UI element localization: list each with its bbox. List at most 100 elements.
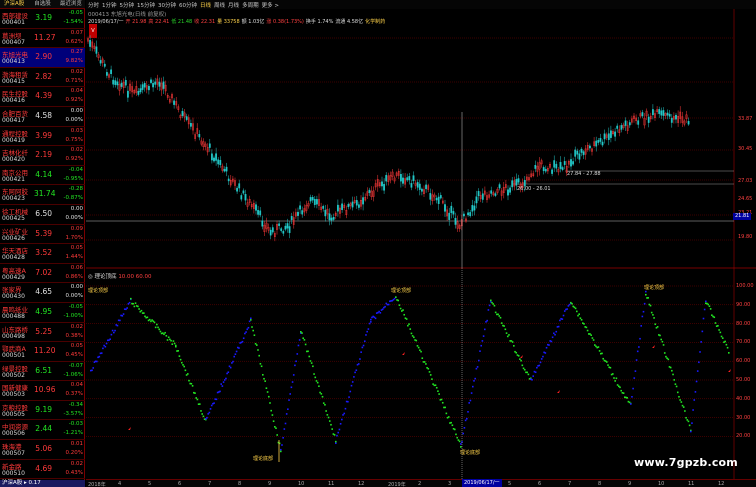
indicator-dot — [194, 392, 196, 394]
date-tick: 12 — [718, 481, 725, 487]
candle-body — [412, 175, 415, 182]
candle-body — [481, 193, 484, 200]
indicator-dot — [542, 355, 544, 358]
candle-body — [553, 160, 556, 168]
indicator-dot — [638, 346, 640, 348]
indicator-dot — [148, 318, 151, 321]
candle-body — [490, 190, 493, 194]
indicator-dot — [245, 331, 247, 333]
indicator-dot — [280, 450, 282, 453]
indicator-dot — [219, 390, 221, 393]
indicator-dot — [272, 420, 275, 423]
indicator-dot — [360, 351, 362, 353]
indicator-dot — [527, 373, 530, 376]
indicator-dot — [289, 393, 292, 395]
candle-body — [147, 85, 150, 91]
indicator-dot — [271, 414, 274, 416]
indicator-dot — [405, 318, 408, 320]
date-tick: 2018年 — [88, 482, 106, 487]
indicator-dot — [92, 367, 95, 369]
indicator-dot — [635, 359, 638, 361]
indicator-dot — [233, 355, 236, 358]
indicator-dot — [398, 304, 401, 306]
indicator-dot — [184, 369, 187, 372]
indicator-dot — [444, 406, 446, 409]
indicator-dot — [728, 352, 730, 354]
candle-body — [454, 217, 457, 225]
indicator-dot — [276, 434, 278, 436]
indicator-dot — [157, 326, 159, 329]
indicator-dot — [298, 339, 301, 341]
indicator-dot — [685, 416, 687, 419]
indicator-dot — [201, 413, 203, 415]
indicator-dot — [673, 379, 676, 381]
indicator-dot — [681, 404, 684, 407]
indicator-dot — [234, 353, 237, 355]
indicator-dot — [247, 326, 250, 329]
indicator-dot — [333, 434, 336, 436]
candle-body — [124, 80, 127, 86]
indicator-dot — [158, 328, 161, 331]
indicator-dot — [347, 400, 349, 403]
top-tag-1: 理论顶部 — [391, 288, 412, 294]
indicator-dot — [246, 328, 249, 331]
candle-body — [324, 209, 327, 217]
indicator-dot — [328, 420, 331, 422]
indicator-dot — [251, 326, 253, 328]
indicator-dot — [700, 341, 702, 343]
indicator-dot — [96, 360, 98, 363]
indicator-dot — [190, 382, 193, 385]
indicator-dot — [387, 303, 390, 306]
indicator-dot — [338, 428, 341, 431]
indicator-dot — [692, 409, 694, 411]
indicator-dot — [269, 402, 271, 404]
indicator-dot — [645, 293, 647, 296]
indicator-dot — [515, 351, 518, 354]
indicator-dot — [451, 424, 454, 427]
candle-body — [637, 120, 640, 125]
candle-body — [641, 112, 644, 117]
indicator-dot — [659, 334, 661, 337]
indicator-dot — [341, 418, 343, 421]
indicator-dot — [133, 305, 136, 308]
indicator-name[interactable]: ◎ 理论顶底 — [88, 274, 117, 280]
candle-body — [120, 82, 123, 87]
indicator-dot — [536, 366, 538, 369]
indicator-dot — [179, 358, 182, 361]
indicator-dot — [476, 366, 479, 368]
candle-body — [498, 184, 501, 189]
indicator-dot — [456, 436, 458, 439]
indicator-dot — [590, 334, 592, 337]
indicator-dot — [607, 364, 609, 366]
indicator-dot — [227, 371, 230, 374]
indicator-dot — [453, 428, 456, 431]
candle-body — [215, 153, 217, 161]
indicator-dot — [634, 370, 637, 372]
indicator-dot — [294, 364, 296, 367]
indicator-dot — [455, 433, 457, 436]
indicator-dot — [460, 446, 462, 448]
date-tick: 5 — [148, 481, 152, 487]
candle-body — [561, 167, 564, 170]
indicator-dot — [282, 437, 284, 439]
indicator-dot — [662, 344, 665, 346]
candle-body — [271, 227, 274, 233]
indicator-dot — [146, 316, 149, 319]
indicator-dot — [102, 347, 104, 350]
candle-body — [475, 196, 478, 204]
indicator-dot — [705, 300, 707, 303]
price-tick: 27.03 — [738, 178, 753, 184]
indicator-dot — [327, 416, 330, 419]
chart-canvas[interactable] — [0, 0, 756, 487]
date-tick: 2019年 — [388, 482, 406, 487]
indicator-dot — [302, 337, 305, 340]
indicator-dot — [320, 393, 323, 395]
indicator-dot — [576, 310, 578, 313]
indicator-dot — [324, 403, 326, 406]
indicator-dot — [175, 345, 177, 348]
indicator-dot — [258, 354, 260, 357]
indicator-dot — [553, 332, 555, 335]
indicator-dot — [557, 325, 560, 328]
last-price-label: 21.81 — [733, 213, 752, 220]
candle-body — [620, 125, 623, 130]
